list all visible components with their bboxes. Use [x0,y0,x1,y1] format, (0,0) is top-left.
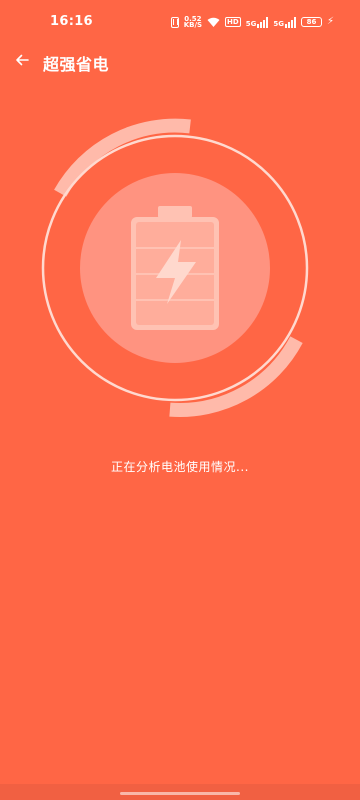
battery-level: 86 [300,17,322,27]
status-time: 16:16 [50,14,93,29]
arrow-left-icon [16,54,29,66]
nfc-icon [170,16,179,28]
signal-1-label: 5G [245,20,257,28]
home-indicator[interactable] [120,792,240,795]
status-icons: 0.52 KB/S HD 5G 5G 86 ⚡ [170,15,334,29]
wifi-icon [207,17,220,27]
page-title: 超强省电 [43,55,110,74]
signal-2-label: 5G [273,20,284,28]
back-button[interactable] [8,46,36,74]
battery-charging-icon [131,206,219,330]
hd-icon: HD [225,17,241,27]
status-bar: 16:16 0.52 KB/S HD 5G 5G 86 ⚡ [0,0,360,40]
signal-1-icon: 5G [246,16,269,28]
network-speed-unit: KB/S [183,21,203,29]
battery-scan-graphic [41,118,309,417]
navigation-bar [0,784,360,800]
analyzing-status-text: 正在分析电池使用情况... [111,460,249,474]
signal-2-icon: 5G [273,16,296,28]
charging-bolt-icon: ⚡ [326,16,334,27]
network-speed: 0.52 KB/S [183,16,203,29]
app-bar: 超强省电 [0,44,360,80]
